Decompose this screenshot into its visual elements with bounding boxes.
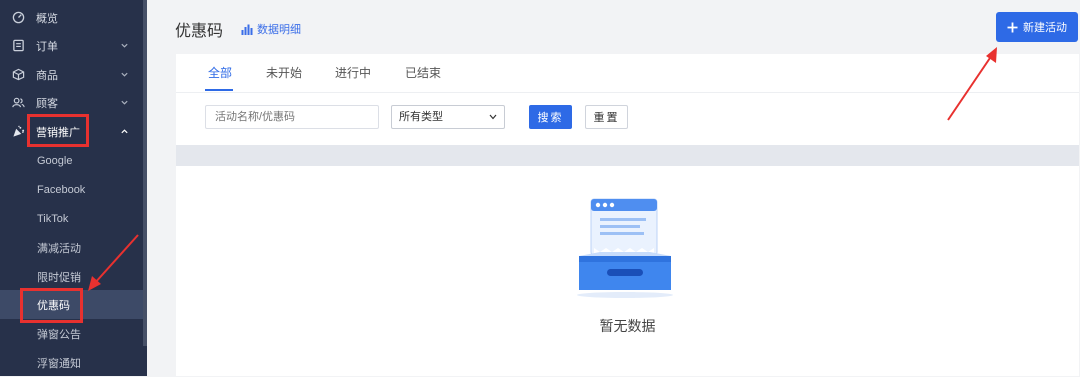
chevron-down-icon — [121, 100, 128, 105]
search-input[interactable] — [205, 105, 379, 129]
plus-icon — [1007, 22, 1018, 32]
annotation-box-coupon — [20, 288, 83, 323]
product-box-icon — [11, 67, 26, 82]
sidebar-item-label: 商品 — [36, 69, 58, 82]
chevron-down-icon — [489, 114, 497, 120]
sidebar-subitem-full-reduction[interactable]: 满减活动 — [0, 233, 143, 262]
type-select-value: 所有类型 — [399, 111, 443, 123]
main-content: 优惠码 数据明细 新建活动 全部 未开始 进行中 已结束 所有类型 搜索 重置 — [147, 0, 1080, 376]
new-campaign-button[interactable]: 新建活动 — [996, 12, 1078, 42]
sidebar-item-overview[interactable]: 概览 — [0, 3, 143, 32]
order-icon — [11, 38, 26, 53]
chevron-down-icon — [121, 72, 128, 77]
empty-inbox-illustration — [577, 198, 673, 298]
type-select[interactable]: 所有类型 — [391, 105, 505, 129]
coupon-panel: 全部 未开始 进行中 已结束 所有类型 搜索 重置 暂无数据 — [176, 54, 1079, 376]
reset-button[interactable]: 重置 — [585, 105, 628, 129]
sidebar-subitem-google[interactable]: Google — [0, 146, 143, 175]
customers-icon — [11, 95, 26, 110]
sidebar-subitem-flash-sale[interactable]: 限时促销 — [0, 262, 143, 291]
chevron-down-icon — [121, 43, 128, 48]
sidebar-item-customers[interactable]: 顾客 — [0, 88, 143, 117]
table-header — [176, 145, 1079, 166]
sidebar-subitem-facebook[interactable]: Facebook — [0, 175, 143, 204]
annotation-box-marketing — [27, 114, 89, 147]
page-title: 优惠码 — [175, 23, 224, 40]
empty-state-text: 暂无数据 — [599, 318, 656, 334]
tab-not-started[interactable]: 未开始 — [266, 64, 302, 90]
data-details-link[interactable]: 数据明细 — [241, 21, 301, 37]
data-details-label: 数据明细 — [257, 24, 301, 36]
party-popper-icon — [11, 124, 26, 139]
sidebar-item-orders[interactable]: 订单 — [0, 31, 143, 60]
dashboard-icon — [11, 10, 26, 25]
sidebar-item-label: 概览 — [36, 12, 58, 25]
sidebar-item-products[interactable]: 商品 — [0, 60, 143, 89]
sidebar-subitem-float-notice[interactable]: 浮窗通知 — [0, 348, 143, 377]
chevron-up-icon — [121, 129, 128, 134]
search-button[interactable]: 搜索 — [529, 105, 572, 129]
page-header: 优惠码 数据明细 新建活动 — [147, 0, 1080, 54]
bar-chart-icon — [241, 24, 253, 35]
tab-divider — [176, 92, 1079, 93]
tab-in-progress[interactable]: 进行中 — [335, 64, 371, 90]
tab-all[interactable]: 全部 — [208, 64, 232, 90]
sidebar-subitem-popup-notice[interactable]: 弹窗公告 — [0, 319, 143, 348]
sidebar-subitem-tiktok[interactable]: TikTok — [0, 204, 143, 233]
sidebar-item-label: 订单 — [36, 40, 58, 53]
new-campaign-label: 新建活动 — [1023, 22, 1067, 34]
sidebar-item-label: 顾客 — [36, 97, 58, 110]
tab-ended[interactable]: 已结束 — [405, 64, 441, 90]
active-tab-indicator — [205, 89, 233, 91]
